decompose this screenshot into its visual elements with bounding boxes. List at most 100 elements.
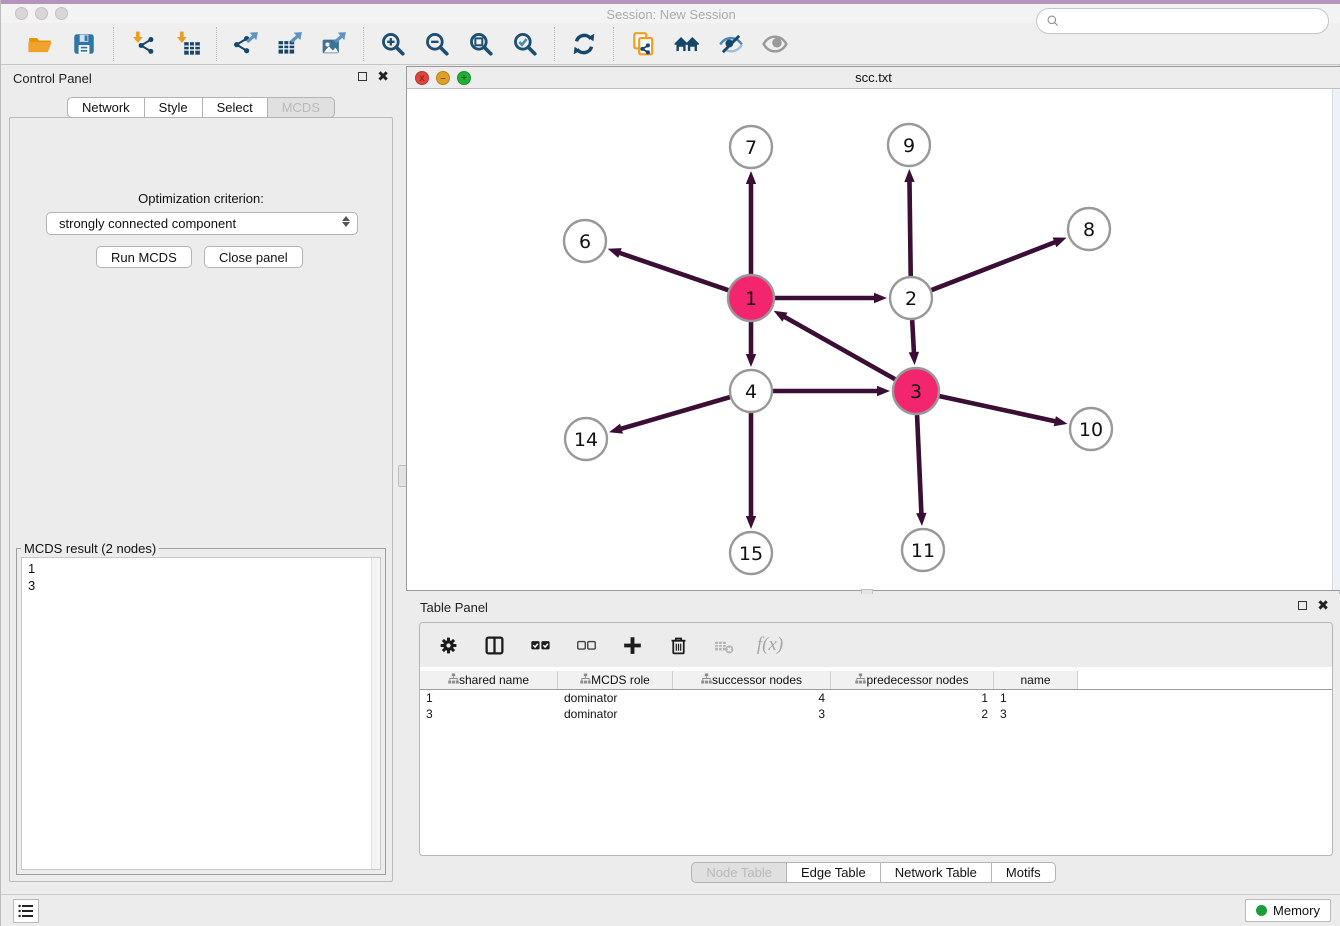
optimization-criterion-value: strongly connected component bbox=[59, 216, 236, 231]
run-mcds-button[interactable]: Run MCDS bbox=[96, 246, 192, 268]
application-window: Session: New Session Control Panel ✖ Net… bbox=[0, 0, 1340, 926]
function-builder-icon: f(x) bbox=[757, 634, 783, 656]
graph-node-1[interactable]: 1 bbox=[728, 275, 774, 321]
import-network-button[interactable] bbox=[128, 29, 158, 59]
tab-network[interactable]: Network bbox=[67, 97, 145, 118]
tab-edge-table[interactable]: Edge Table bbox=[787, 862, 881, 883]
tab-node-table[interactable]: Node Table bbox=[691, 862, 787, 883]
import-table-button[interactable] bbox=[172, 29, 202, 59]
graph-edge-3-10[interactable] bbox=[939, 396, 1056, 421]
close-table-panel-icon[interactable]: ✖ bbox=[1317, 600, 1329, 610]
table-cell[interactable]: 4 bbox=[673, 690, 831, 706]
network-scrollbar[interactable] bbox=[1332, 89, 1340, 590]
graph-edge-arrowhead bbox=[904, 169, 914, 182]
graph-node-3[interactable]: 3 bbox=[893, 368, 939, 414]
show-panels-button[interactable] bbox=[760, 29, 790, 59]
toolbar-group bbox=[614, 29, 804, 59]
table-row[interactable]: 1dominator411 bbox=[420, 690, 1332, 706]
svg-text:9: 9 bbox=[903, 135, 915, 157]
graph-edge-1-6[interactable] bbox=[618, 252, 728, 290]
mcds-result-title: MCDS result (2 nodes) bbox=[21, 541, 159, 556]
mcds-result-list[interactable]: 13 bbox=[21, 557, 381, 870]
export-table-button[interactable] bbox=[275, 29, 305, 59]
apply-layout-button[interactable] bbox=[569, 29, 599, 59]
tab-select[interactable]: Select bbox=[203, 97, 268, 118]
graph-edge-arrowhead bbox=[608, 248, 622, 258]
table-toolbar: f(x) bbox=[420, 623, 1332, 667]
graph-node-8[interactable]: 8 bbox=[1068, 208, 1110, 250]
tab-mcds[interactable]: MCDS bbox=[268, 97, 335, 118]
zoom-in-button[interactable] bbox=[378, 29, 408, 59]
optimization-criterion-select[interactable]: strongly connected component bbox=[46, 212, 358, 235]
graph-edge-2-9[interactable] bbox=[909, 180, 910, 276]
save-session-button[interactable] bbox=[69, 29, 99, 59]
table-cell[interactable]: 1 bbox=[831, 690, 994, 706]
add-column-button[interactable] bbox=[620, 633, 644, 657]
table-cell[interactable]: 3 bbox=[673, 706, 831, 722]
column-header-MCDS-role[interactable]: MCDS role bbox=[558, 671, 673, 689]
hide-panels-button[interactable] bbox=[716, 29, 746, 59]
duplicate-network-button[interactable] bbox=[628, 29, 658, 59]
graph-edge-arrowhead bbox=[916, 513, 926, 526]
table-cell[interactable]: 2 bbox=[831, 706, 994, 722]
svg-text:8: 8 bbox=[1083, 219, 1095, 241]
zoom-view-icon[interactable]: + bbox=[457, 71, 471, 85]
select-all-columns-button[interactable] bbox=[528, 633, 552, 657]
minimize-view-icon[interactable]: – bbox=[436, 71, 450, 85]
zoom-fit-button[interactable] bbox=[466, 29, 496, 59]
graph-node-10[interactable]: 10 bbox=[1070, 408, 1112, 450]
graph-node-14[interactable]: 14 bbox=[565, 418, 607, 460]
close-view-icon[interactable]: x bbox=[415, 71, 429, 85]
float-panel-icon[interactable] bbox=[358, 72, 367, 81]
float-table-panel-icon[interactable] bbox=[1298, 601, 1307, 610]
tab-motifs[interactable]: Motifs bbox=[992, 862, 1056, 883]
column-header-predecessor-nodes[interactable]: predecessor nodes bbox=[831, 671, 994, 689]
graph-node-15[interactable]: 15 bbox=[730, 532, 772, 574]
table-cell[interactable]: 3 bbox=[994, 706, 1078, 722]
close-panel-button[interactable]: Close panel bbox=[204, 246, 303, 268]
graph-node-11[interactable]: 11 bbox=[902, 529, 944, 571]
home-view-button[interactable] bbox=[672, 29, 702, 59]
open-session-button[interactable] bbox=[25, 29, 55, 59]
column-header-shared-name[interactable]: shared name bbox=[420, 671, 558, 689]
graph-edge-2-8[interactable] bbox=[932, 242, 1057, 290]
table-container: f(x) shared name MCDS role successor nod… bbox=[419, 622, 1333, 856]
tab-network-table[interactable]: Network Table bbox=[881, 862, 992, 883]
settings-gear-button[interactable] bbox=[436, 633, 460, 657]
graph-node-9[interactable]: 9 bbox=[888, 124, 930, 166]
search-box[interactable] bbox=[1036, 8, 1329, 34]
graph-edge-3-11[interactable] bbox=[917, 415, 921, 515]
export-network-button[interactable] bbox=[231, 29, 261, 59]
export-image-button[interactable] bbox=[319, 29, 349, 59]
graph-node-2[interactable]: 2 bbox=[890, 277, 932, 319]
memory-button[interactable]: Memory bbox=[1245, 899, 1331, 922]
network-canvas[interactable]: 1 2 3 4 6 7 8 9 10 11 14 15 bbox=[407, 89, 1332, 590]
graph-edge-4-14[interactable] bbox=[620, 397, 730, 429]
zoom-selected-button[interactable] bbox=[510, 29, 540, 59]
table-cell[interactable]: dominator bbox=[558, 706, 673, 722]
table-cell[interactable]: 3 bbox=[420, 706, 558, 722]
graph-edge-2-3[interactable] bbox=[912, 320, 914, 354]
table-cell[interactable]: dominator bbox=[558, 690, 673, 706]
split-columns-button[interactable] bbox=[482, 633, 506, 657]
table-cell[interactable]: 1 bbox=[420, 690, 558, 706]
delete-column-button[interactable] bbox=[666, 633, 690, 657]
tab-style[interactable]: Style bbox=[145, 97, 203, 118]
result-scrollbar[interactable] bbox=[371, 558, 380, 869]
close-panel-icon[interactable]: ✖ bbox=[377, 71, 389, 81]
delete-table-button bbox=[712, 633, 736, 657]
table-cell[interactable]: 1 bbox=[994, 690, 1078, 706]
column-header-name[interactable]: name bbox=[994, 671, 1078, 689]
graph-edge-3-1[interactable] bbox=[783, 316, 895, 379]
svg-text:7: 7 bbox=[745, 137, 757, 159]
select-all-columns-icon bbox=[530, 635, 551, 656]
task-history-button[interactable] bbox=[13, 899, 39, 923]
table-row[interactable]: 3dominator323 bbox=[420, 706, 1332, 722]
search-input[interactable] bbox=[1060, 11, 1328, 31]
graph-node-6[interactable]: 6 bbox=[564, 220, 606, 262]
graph-node-7[interactable]: 7 bbox=[730, 126, 772, 168]
deselect-all-columns-button[interactable] bbox=[574, 633, 598, 657]
graph-node-4[interactable]: 4 bbox=[730, 370, 772, 412]
zoom-out-button[interactable] bbox=[422, 29, 452, 59]
column-header-successor-nodes[interactable]: successor nodes bbox=[673, 671, 831, 689]
